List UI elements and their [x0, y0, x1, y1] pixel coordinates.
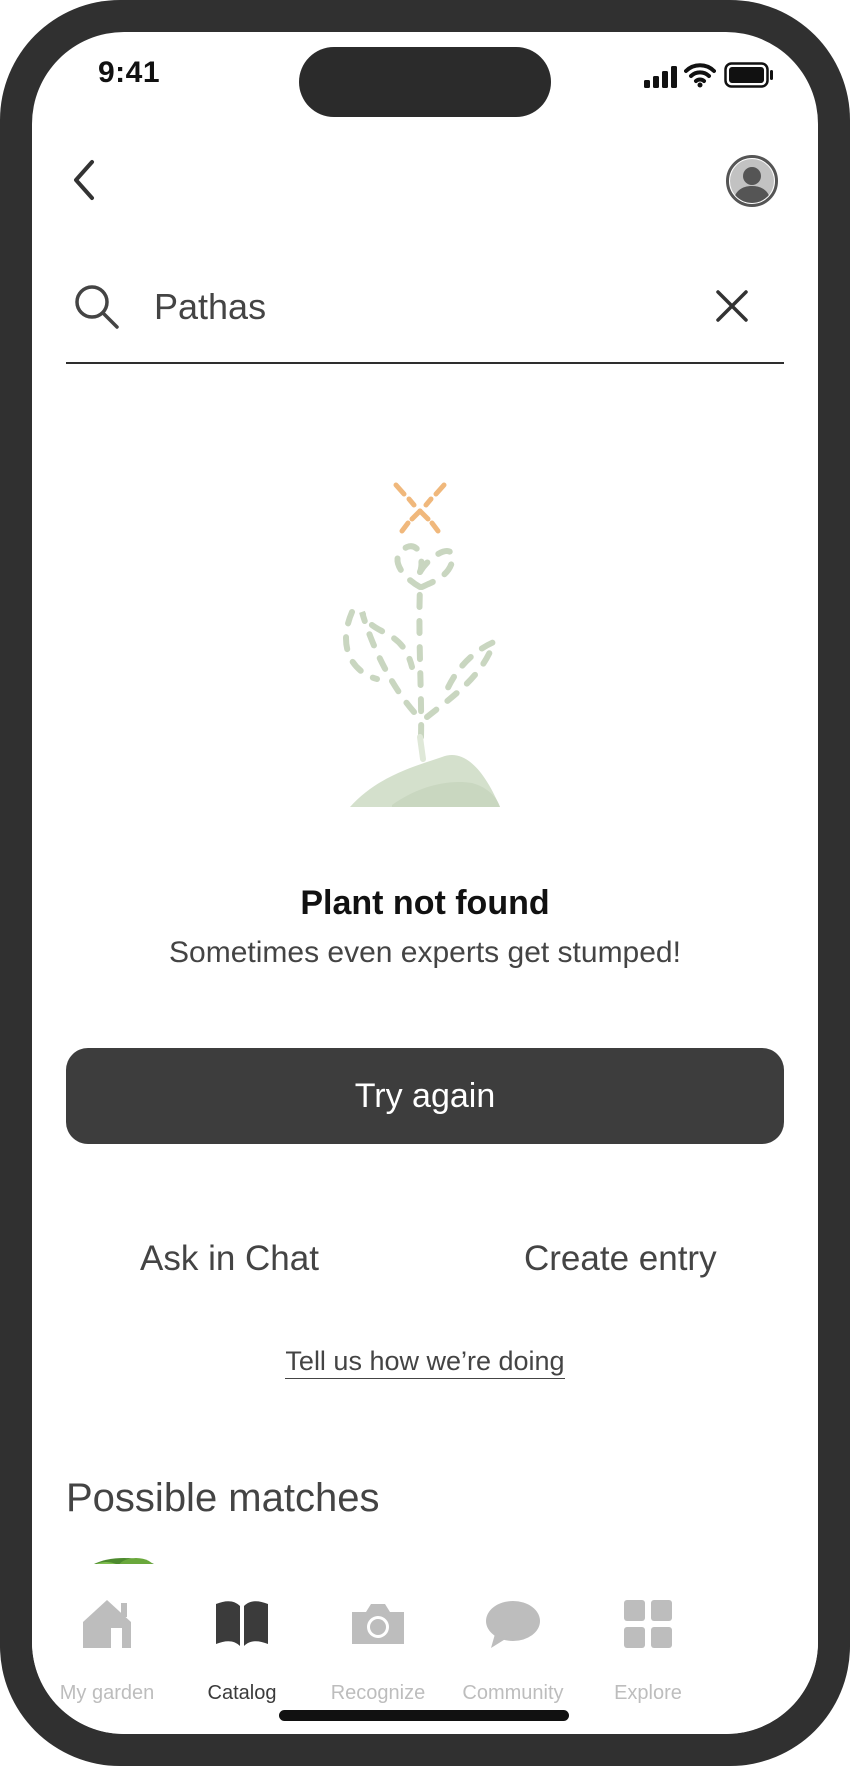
wifi-icon: [684, 63, 716, 88]
bottom-tab-bar: My garden Catalog Recognize Community Ex…: [32, 1564, 818, 1734]
dynamic-island: [299, 47, 551, 117]
empty-state-title: Plant not found: [300, 884, 550, 922]
tab-explore[interactable]: Explore: [573, 1564, 723, 1704]
chat-bubble-icon: [486, 1601, 540, 1648]
search-bar: [66, 260, 784, 364]
camera-icon: [352, 1604, 404, 1644]
feedback-link[interactable]: Tell us how we’re doing: [32, 1346, 818, 1379]
tab-label: Explore: [614, 1682, 682, 1704]
tab-community[interactable]: Community: [438, 1564, 588, 1704]
feedback-link-label: Tell us how we’re doing: [285, 1346, 565, 1379]
status-time: 9:41: [98, 56, 161, 89]
back-button[interactable]: [62, 152, 118, 208]
tab-label: My garden: [59, 1682, 155, 1704]
tab-catalog[interactable]: Catalog: [167, 1564, 317, 1704]
possible-matches-heading: Possible matches: [66, 1476, 380, 1520]
tab-label: Recognize: [330, 1682, 426, 1704]
search-icon: [75, 285, 119, 329]
chevron-left-icon: [74, 160, 94, 200]
house-icon: [83, 1600, 131, 1648]
empty-state-subtitle: Sometimes even experts get stumped!: [169, 936, 681, 969]
tab-label: Community: [462, 1682, 564, 1704]
profile-button[interactable]: [725, 154, 779, 208]
grid-icon: [624, 1600, 672, 1648]
screen: 9:41 Pathas Plant not found Sometimes ev…: [32, 32, 818, 1734]
tab-label: Catalog: [207, 1682, 277, 1704]
battery-icon: [724, 62, 773, 88]
phone-frame: 9:41 Pathas Plant not found Sometimes ev…: [0, 0, 850, 1766]
tab-my-garden[interactable]: My garden: [32, 1564, 182, 1704]
signal-icon: [644, 66, 677, 88]
book-icon: [216, 1601, 268, 1646]
try-again-button[interactable]: Try again: [66, 1048, 784, 1144]
search-input[interactable]: [152, 278, 656, 336]
ask-in-chat-button[interactable]: Ask in Chat: [140, 1239, 319, 1279]
user-avatar-icon: [726, 155, 778, 207]
plant-not-found-illustration: [343, 482, 500, 807]
create-entry-button[interactable]: Create entry: [524, 1239, 717, 1279]
close-icon[interactable]: [712, 286, 752, 326]
tab-recognize[interactable]: Recognize: [303, 1564, 453, 1704]
home-indicator: [279, 1710, 569, 1721]
